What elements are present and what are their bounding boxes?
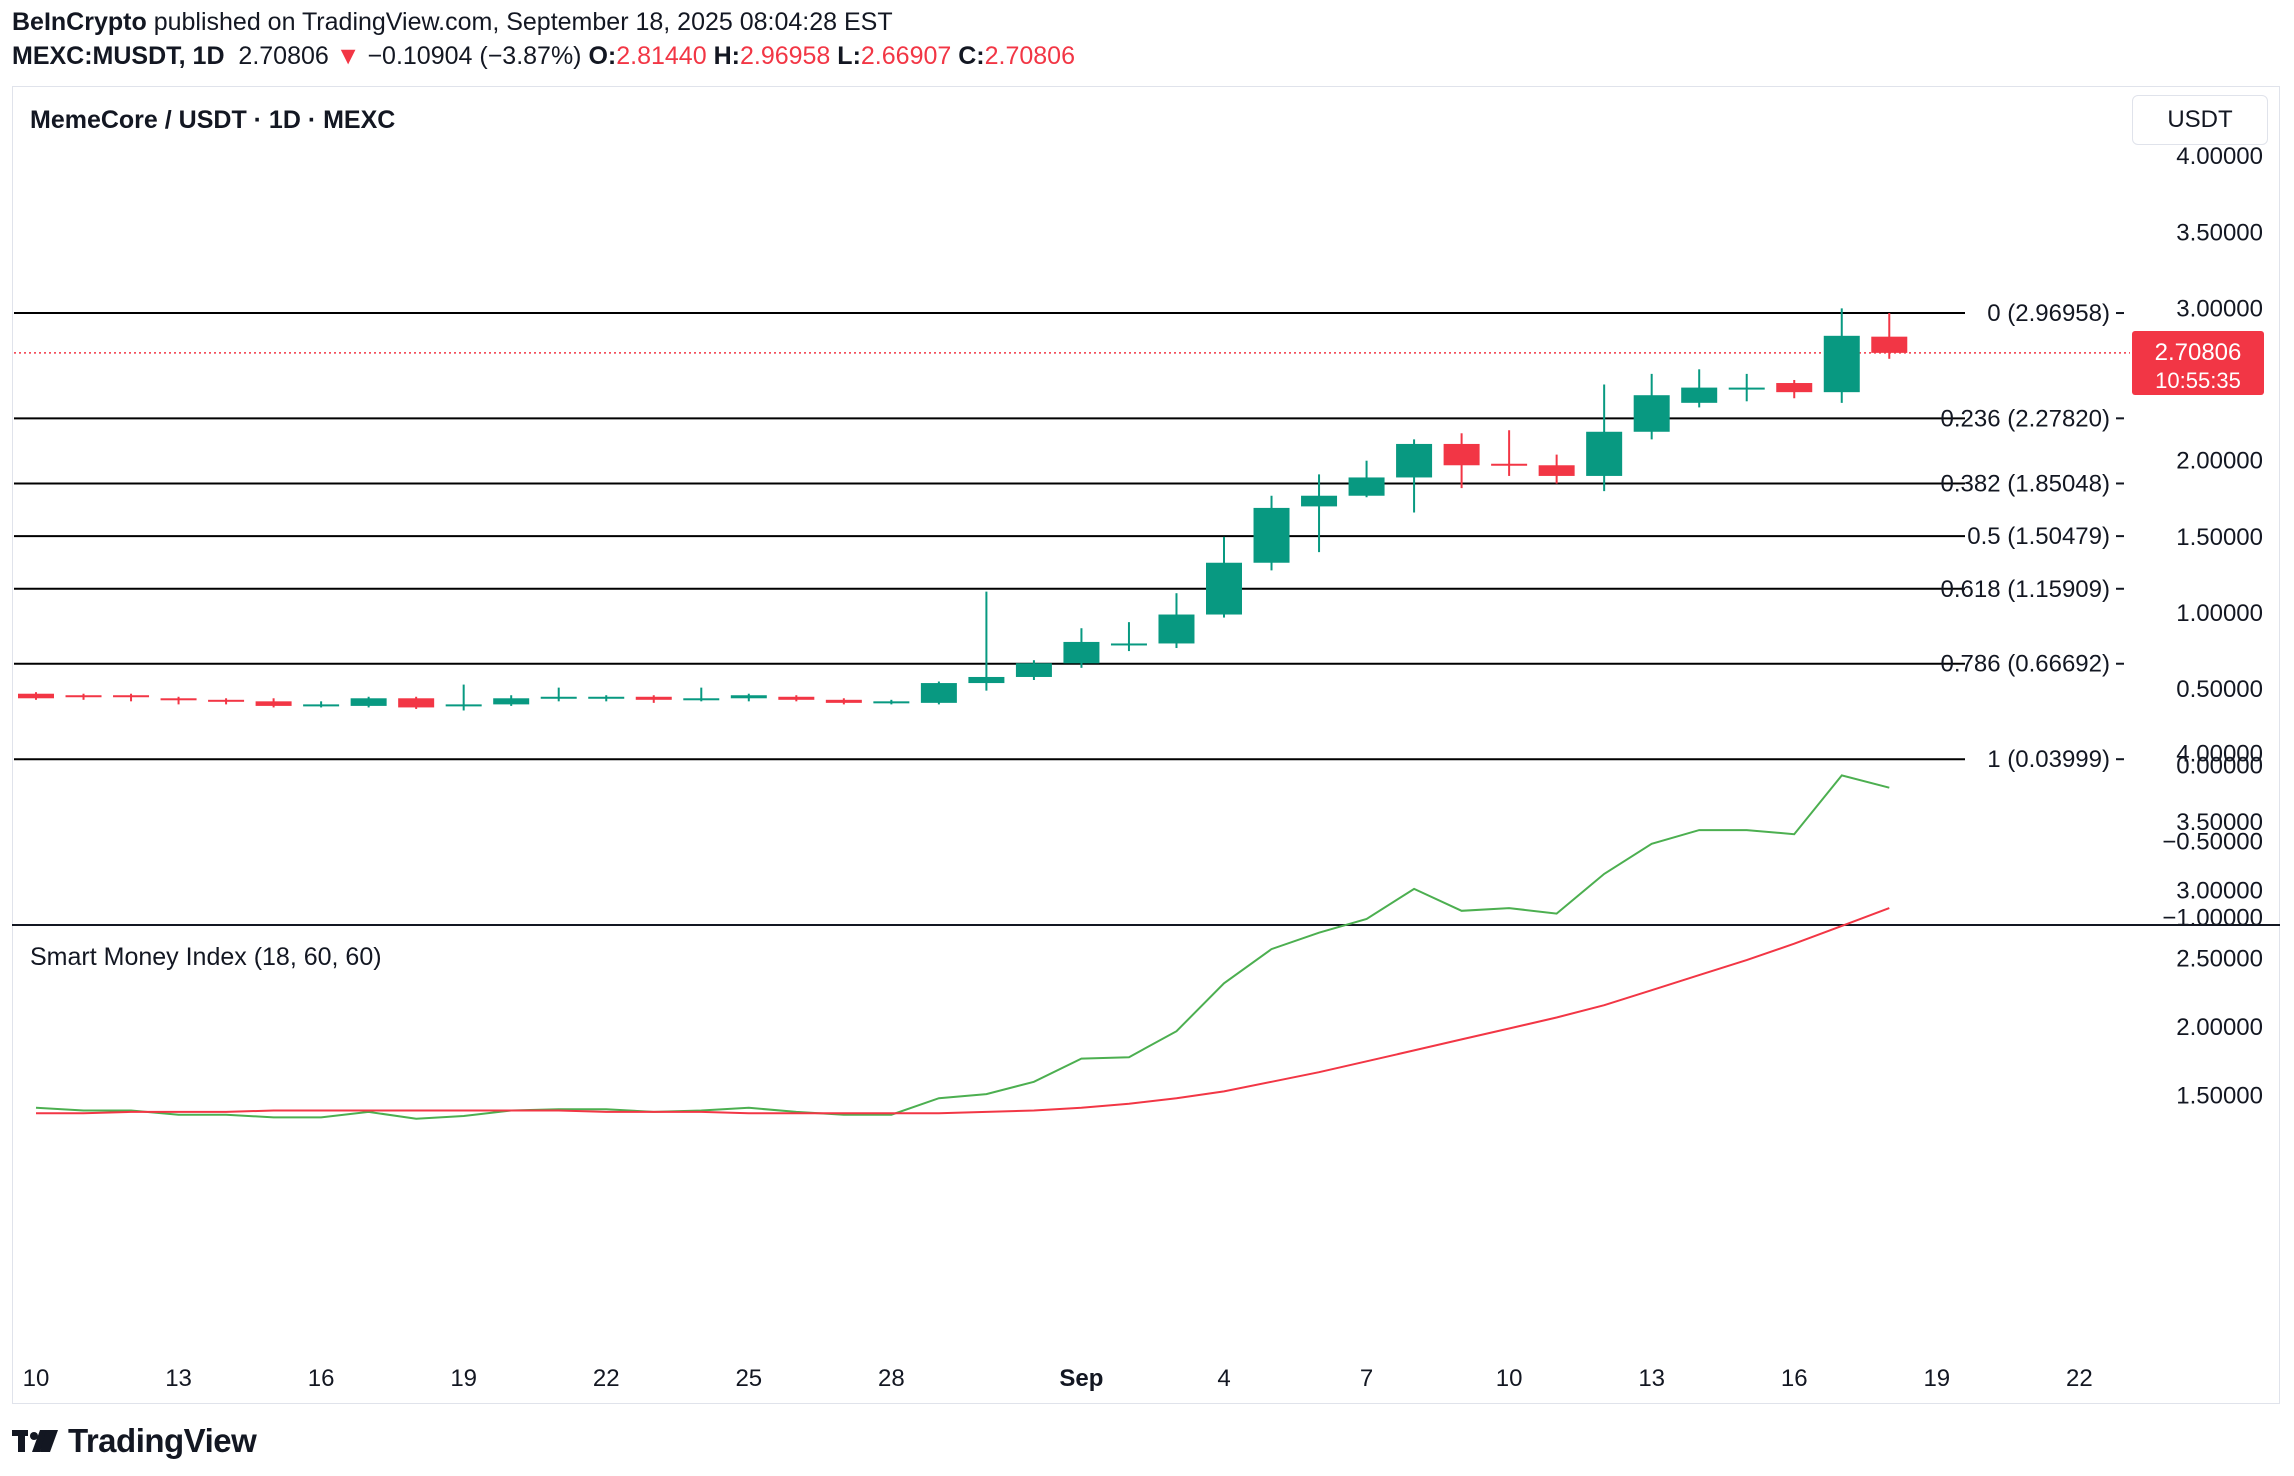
fib-level-label: 0.5 (1.50479) bbox=[1967, 523, 2110, 550]
candle-body bbox=[635, 696, 672, 700]
currency-button[interactable]: USDT bbox=[2132, 95, 2268, 145]
tradingview-logo-icon bbox=[12, 1430, 58, 1452]
candle-body bbox=[1491, 463, 1528, 466]
candle-body bbox=[1301, 495, 1338, 507]
candle-body bbox=[350, 698, 387, 706]
x-tick-label: 25 bbox=[735, 1365, 762, 1392]
price-label-countdown: 10:55:35 bbox=[2155, 368, 2241, 393]
x-tick-label: 7 bbox=[1360, 1365, 1373, 1392]
candle-body bbox=[255, 701, 292, 706]
y-tick-label: 2.00000 bbox=[2176, 448, 2263, 475]
candle-body bbox=[113, 695, 150, 698]
smi-slow-line bbox=[36, 907, 1890, 1115]
y-tick-label: 3.00000 bbox=[2176, 295, 2263, 322]
chart-canvas[interactable]: 4.00000 3.50000 3.00000 2.00000 1.50000 1.000… bbox=[0, 0, 2294, 1476]
candle-body bbox=[920, 683, 957, 703]
main-pane-title: MemeCore / USDT · 1D · MEXC bbox=[30, 106, 396, 134]
fib-level-label: 0.236 (2.27820) bbox=[1941, 405, 2110, 432]
candle-body bbox=[683, 698, 720, 701]
fib-level-label: 0 (2.96958) bbox=[1987, 300, 2110, 327]
candle-body bbox=[1586, 431, 1623, 476]
x-tick-label: 16 bbox=[1781, 1365, 1808, 1392]
candle-body bbox=[1253, 507, 1290, 563]
candle-body bbox=[18, 693, 54, 699]
candle-body bbox=[1015, 663, 1052, 677]
candle-body bbox=[208, 699, 245, 702]
tradingview-logo-text: TradingView bbox=[68, 1422, 257, 1459]
smi-y-tick-label: 2.50000 bbox=[2176, 946, 2263, 973]
candle-body bbox=[1158, 614, 1195, 644]
candle-body bbox=[873, 701, 910, 704]
candle-body bbox=[398, 698, 435, 708]
y-tick-label: −1.00000 bbox=[2162, 905, 2263, 932]
smi-y-tick-label: 3.50000 bbox=[2176, 809, 2263, 836]
candle-body bbox=[160, 698, 197, 701]
candle-body bbox=[1538, 465, 1575, 476]
x-tick-label: 22 bbox=[2066, 1365, 2093, 1392]
x-tick-label: 13 bbox=[165, 1365, 192, 1392]
candle-body bbox=[1063, 641, 1100, 664]
tradingview-logo[interactable]: TradingView bbox=[12, 1422, 257, 1460]
smi-y-tick-label: 2.00000 bbox=[2176, 1014, 2263, 1041]
candle-body bbox=[1348, 477, 1385, 496]
x-tick-label: 19 bbox=[1923, 1365, 1950, 1392]
x-tick-label: 22 bbox=[593, 1365, 620, 1392]
fib-level-label: 0.382 (1.85048) bbox=[1941, 470, 2110, 497]
x-tick-label: 10 bbox=[23, 1365, 50, 1392]
candle-body bbox=[1728, 387, 1765, 390]
y-tick-label: 0.50000 bbox=[2176, 676, 2263, 703]
candle-body bbox=[1110, 643, 1147, 646]
candle-body bbox=[540, 696, 577, 699]
x-tick-label: 16 bbox=[308, 1365, 335, 1392]
y-tick-label: 1.50000 bbox=[2176, 524, 2263, 551]
x-tick-label: 13 bbox=[1638, 1365, 1665, 1392]
candle-body bbox=[1871, 336, 1908, 353]
price-label-value: 2.70806 bbox=[2155, 339, 2242, 366]
y-tick-label: 1.00000 bbox=[2176, 600, 2263, 627]
candle-body bbox=[1776, 383, 1813, 393]
x-tick-label: Sep bbox=[1059, 1365, 1103, 1392]
candle-body bbox=[1206, 562, 1242, 615]
candle-body bbox=[65, 695, 102, 698]
candle-body bbox=[493, 698, 530, 705]
y-tick-label: 4.00000 bbox=[2176, 143, 2263, 170]
candle-body bbox=[1681, 387, 1718, 403]
smi-y-tick-label: 4.00000 bbox=[2176, 741, 2263, 768]
candle-body bbox=[1633, 395, 1670, 432]
x-tick-label: 28 bbox=[878, 1365, 905, 1392]
x-tick-label: 10 bbox=[1496, 1365, 1523, 1392]
fib-level-label: 0.786 (0.66692) bbox=[1941, 651, 2110, 678]
candle-body bbox=[1396, 443, 1433, 478]
fib-level-label: 1 (0.03999) bbox=[1987, 746, 2110, 773]
smi-y-tick-label: 1.50000 bbox=[2176, 1083, 2263, 1110]
candle-body bbox=[445, 704, 482, 707]
x-tick-label: 4 bbox=[1217, 1365, 1230, 1392]
candle-body bbox=[303, 704, 340, 707]
candle-body bbox=[588, 696, 625, 699]
x-tick-label: 19 bbox=[450, 1365, 477, 1392]
candle-body bbox=[778, 696, 815, 700]
indicator-pane-title: Smart Money Index (18, 60, 60) bbox=[30, 943, 382, 971]
candle-body bbox=[1823, 335, 1860, 393]
candle-body bbox=[825, 699, 862, 703]
y-tick-label: 3.50000 bbox=[2176, 219, 2263, 246]
fib-level-label: 0.618 (1.15909) bbox=[1941, 576, 2110, 603]
smi-y-tick-label: 3.00000 bbox=[2176, 877, 2263, 904]
candle-body bbox=[730, 695, 767, 699]
candle-body bbox=[968, 676, 1005, 684]
candle-body bbox=[1443, 443, 1480, 466]
